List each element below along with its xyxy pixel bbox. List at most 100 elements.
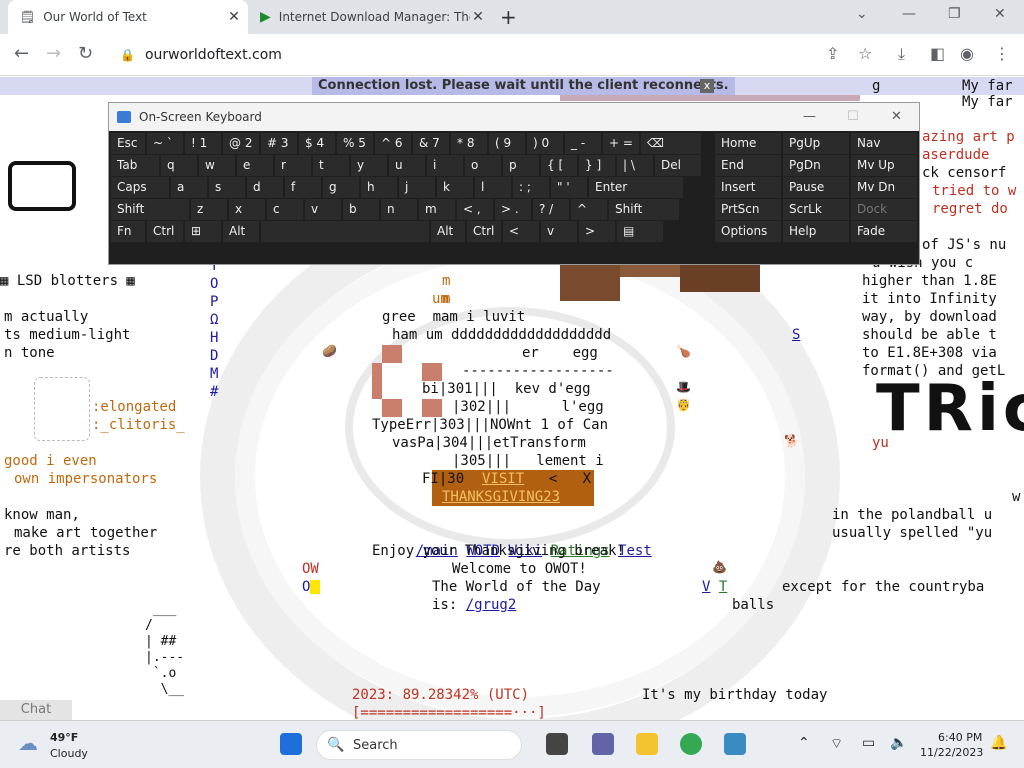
osk-key[interactable]: i <box>427 155 463 176</box>
osk-key[interactable]: h <box>361 177 397 198</box>
chrome-icon[interactable] <box>680 733 702 755</box>
osk-key[interactable]: s <box>209 177 245 198</box>
osk-key[interactable]: v <box>305 199 341 220</box>
osk-key[interactable]: Shift <box>111 199 189 220</box>
osk-key[interactable]: Esc <box>111 133 145 154</box>
clock-time[interactable]: 6:40 PM <box>938 731 982 744</box>
osk-key[interactable]: l <box>475 177 511 198</box>
osk-key[interactable]: g <box>323 177 359 198</box>
osk-key[interactable]: @ 2 <box>223 133 259 154</box>
osk-key[interactable]: > <box>579 221 615 242</box>
on-screen-keyboard[interactable]: On-Screen Keyboard — ☐ ✕ Esc ~ `! 1 @ 2 # 3… <box>108 102 920 265</box>
osk-key[interactable]: d <box>247 177 283 198</box>
weather-temp[interactable]: 49°F <box>50 731 78 744</box>
forward-icon[interactable]: → <box>46 43 61 64</box>
network-icon[interactable]: ⌔ <box>830 735 843 753</box>
osk-minimize-button[interactable]: — <box>803 109 816 124</box>
link-grug2[interactable]: /grug2 <box>466 597 517 613</box>
osk-nav-key[interactable]: Help <box>783 221 849 242</box>
windows-start-icon[interactable] <box>280 733 302 755</box>
osk-nav-key[interactable]: Dock <box>851 199 917 220</box>
download-icon[interactable]: ⤓ <box>898 44 905 64</box>
address-bar[interactable]: 🔒 ourworldoftext.com <box>110 39 800 71</box>
osk-key[interactable]: z <box>191 199 227 220</box>
osk-key[interactable]: f <box>285 177 321 198</box>
osk-key[interactable]: ~ ` <box>147 133 183 154</box>
taskbar-search-box[interactable]: 🔍 Search <box>316 730 522 760</box>
file-explorer-icon[interactable] <box>636 733 658 755</box>
osk-title-bar[interactable]: On-Screen Keyboard — ☐ ✕ <box>109 103 919 131</box>
osk-key[interactable]: ▤ <box>617 221 663 242</box>
osk-close-button[interactable]: ✕ <box>891 109 902 124</box>
osk-nav-key[interactable]: Mv Dn <box>851 177 917 198</box>
osk-key[interactable]: n <box>381 199 417 220</box>
osk-key[interactable]: Fn <box>111 221 145 242</box>
osk-key[interactable]: < <box>503 221 539 242</box>
task-view-icon[interactable] <box>546 733 568 755</box>
teams-chat-icon[interactable] <box>592 733 614 755</box>
osk-key[interactable]: & 7 <box>413 133 449 154</box>
tab-search-icon[interactable]: ⌄ <box>856 6 868 22</box>
osk-key[interactable]: Del <box>655 155 701 176</box>
osk-key[interactable]: : ; <box>513 177 549 198</box>
osk-key[interactable]: * 8 <box>451 133 487 154</box>
osk-key[interactable]: Tab <box>111 155 159 176</box>
osk-key[interactable]: ^ <box>571 199 607 220</box>
osk-key[interactable]: Alt <box>223 221 259 242</box>
restore-button[interactable]: ❐ <box>948 6 961 22</box>
weather-desc[interactable]: Cloudy <box>50 747 88 760</box>
osk-key[interactable]: $ 4 <box>299 133 335 154</box>
osk-nav-key[interactable]: Mv Up <box>851 155 917 176</box>
notification-bell-icon[interactable]: 🔔 <box>990 735 1007 751</box>
share-icon[interactable]: ⇪ <box>826 44 839 63</box>
visit-link[interactable]: VISIT <box>482 470 524 488</box>
osk-key[interactable]: Shift <box>609 199 679 220</box>
reload-icon[interactable]: ↻ <box>78 43 93 64</box>
osk-key[interactable]: m <box>419 199 455 220</box>
banner-close-button[interactable]: x <box>700 79 714 93</box>
osk-key[interactable]: q <box>161 155 197 176</box>
osk-key[interactable]: + = <box>603 133 639 154</box>
osk-nav-key[interactable]: Nav <box>851 133 917 154</box>
osk-key[interactable]: x <box>229 199 265 220</box>
osk-key[interactable]: u <box>389 155 425 176</box>
osk-key[interactable]: % 5 <box>337 133 373 154</box>
osk-nav-key[interactable]: Pause <box>783 177 849 198</box>
osk-key[interactable]: Alt <box>431 221 465 242</box>
osk-key[interactable]: b <box>343 199 379 220</box>
osk-key[interactable]: a <box>171 177 207 198</box>
osk-key[interactable]: j <box>399 177 435 198</box>
bookmark-star-icon[interactable]: ☆ <box>858 44 872 63</box>
osk-key[interactable]: | \ <box>617 155 653 176</box>
osk-key[interactable]: ( 9 <box>489 133 525 154</box>
osk-key[interactable]: Caps <box>111 177 169 198</box>
osk-key[interactable]: ! 1 <box>185 133 221 154</box>
vertical-link-column[interactable]: T O P Ω H D M # <box>210 257 218 401</box>
new-tab-button[interactable]: + <box>500 5 517 29</box>
tab-internet-download-manager[interactable]: ▶ Internet Download Manager: The ✕ <box>252 0 492 34</box>
clock-date[interactable]: 11/22/2023 <box>920 746 983 759</box>
osk-nav-key[interactable]: PgUp <box>783 133 849 154</box>
osk-key[interactable]: c <box>267 199 303 220</box>
menu-kebab-icon[interactable]: ⋮ <box>994 44 1010 63</box>
osk-key[interactable]: ⌫ <box>641 133 701 154</box>
osk-key[interactable]: # 3 <box>261 133 297 154</box>
osk-key[interactable]: < , <box>457 199 493 220</box>
close-window-button[interactable]: ✕ <box>994 6 1006 22</box>
back-icon[interactable]: ← <box>14 43 29 64</box>
osk-key[interactable]: e <box>237 155 273 176</box>
thanksgiving-link[interactable]: THANKSGIVING23 <box>442 488 560 506</box>
osk-key[interactable]: ⊞ <box>185 221 221 242</box>
chevron-up-icon[interactable]: ⌃ <box>798 735 810 751</box>
osk-key[interactable]: w <box>199 155 235 176</box>
osk-key[interactable]: } ] <box>579 155 615 176</box>
osk-key[interactable]: Enter <box>589 177 683 198</box>
osk-nav-key[interactable]: PgDn <box>783 155 849 176</box>
osk-key[interactable]: o <box>465 155 501 176</box>
close-tab-icon[interactable]: ✕ <box>226 9 242 25</box>
osk-key[interactable]: { [ <box>541 155 577 176</box>
side-panel-icon[interactable]: ◧ <box>930 44 945 63</box>
osk-key[interactable]: _ - <box>565 133 601 154</box>
osk-key[interactable]: Ctrl <box>467 221 501 242</box>
on-screen-keyboard-taskbar-icon[interactable] <box>724 733 746 755</box>
